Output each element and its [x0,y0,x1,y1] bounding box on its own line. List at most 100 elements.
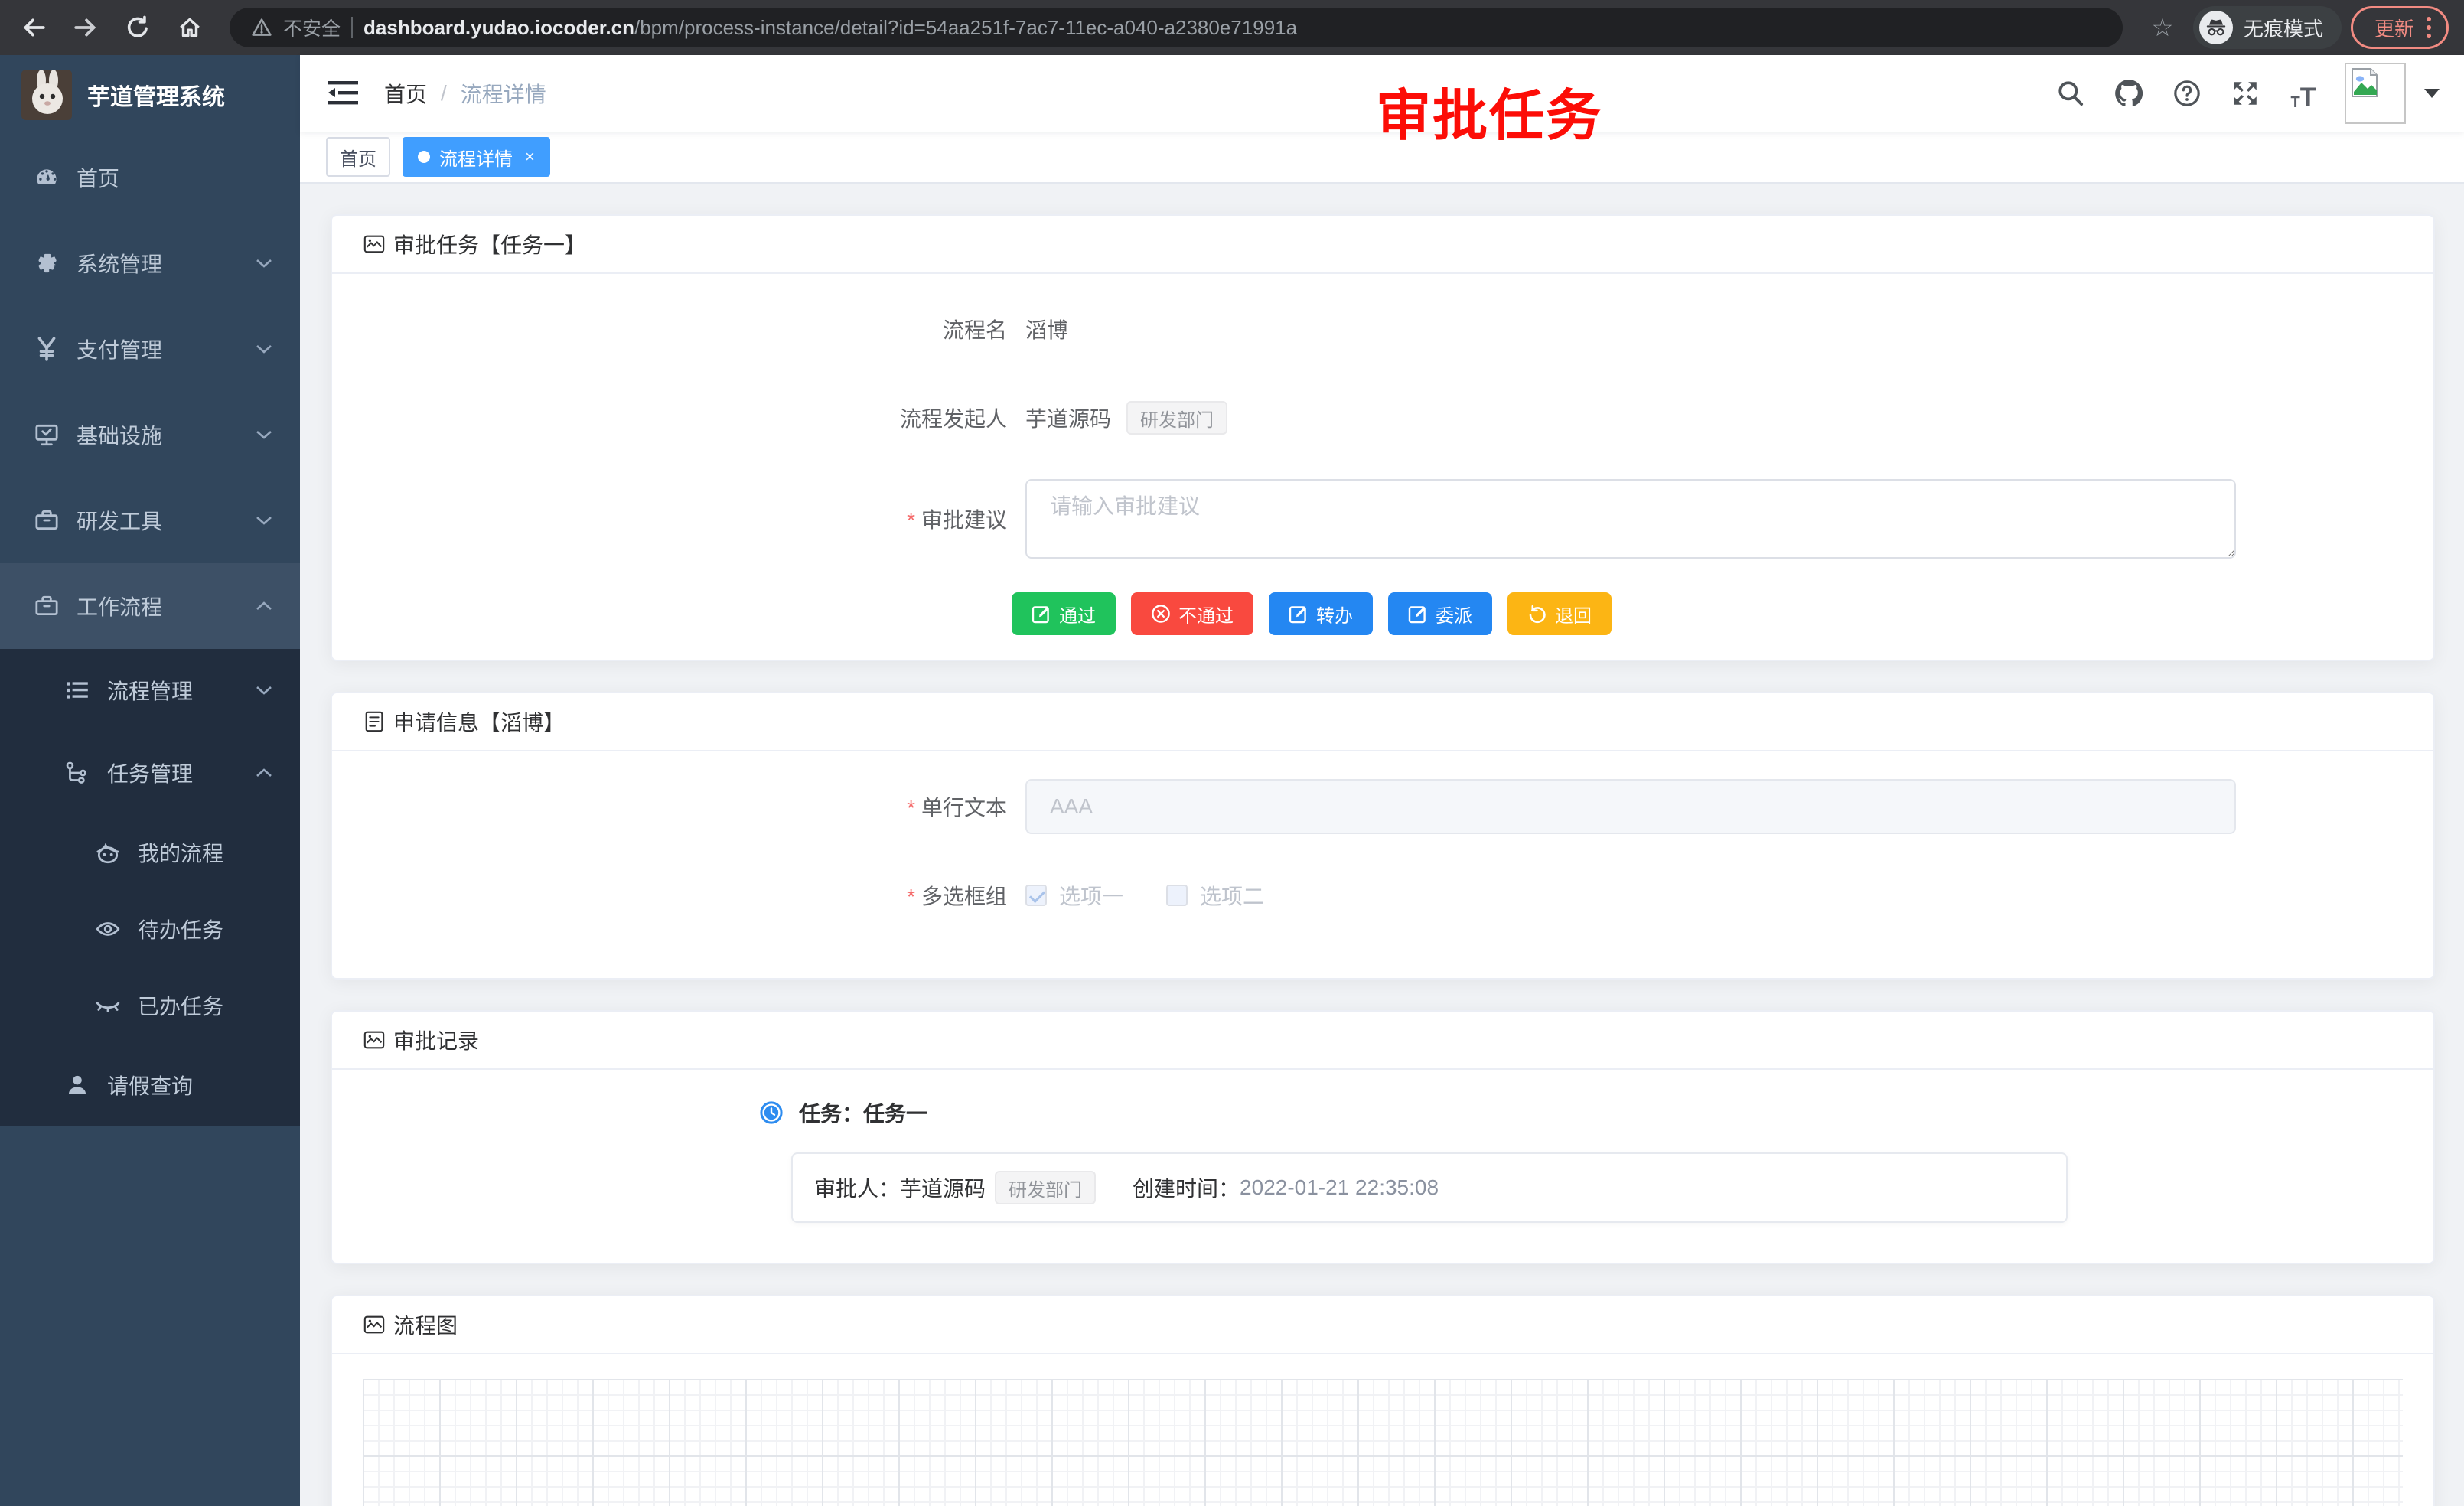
checkbox-option-1: 选项一 [1025,880,1123,911]
return-button[interactable]: 退回 [1507,592,1612,635]
breadcrumb-home[interactable]: 首页 [384,78,427,109]
update-button[interactable]: 更新 [2351,6,2449,49]
chevron-down-icon [256,344,272,354]
user-icon [64,1072,90,1098]
comment-label: *审批建议 [363,504,1025,534]
delegate-button[interactable]: 委派 [1388,592,1492,635]
department-tag: 研发部门 [1126,401,1227,435]
card-title: 审批任务【任务一】 [393,229,586,259]
sidebar-collapse-icon[interactable] [326,77,360,110]
sidebar-item-done-tasks[interactable]: 已办任务 [0,967,300,1044]
forward-icon[interactable] [64,6,107,49]
chevron-up-icon [256,768,272,778]
back-icon[interactable] [12,6,55,49]
picture-icon [363,1313,386,1336]
font-size-icon[interactable]: TT [2286,77,2320,110]
sidebar-item-my-process[interactable]: 我的流程 [0,814,300,891]
timeline-clock-icon [758,1099,785,1126]
sidebar-item-label: 工作流程 [77,591,162,621]
bpmn-canvas[interactable] [363,1379,2403,1506]
eye-icon [95,916,121,942]
browser-menu-icon[interactable] [2427,17,2431,38]
bookmark-star-icon[interactable]: ☆ [2141,6,2184,49]
approval-timeline: 任务：任务一 审批人： 芋道源码 研发部门 创建时间： 2022-01-21 2… [363,1097,2403,1223]
tree-icon [64,760,90,786]
process-name-value: 滔博 [1025,314,1068,344]
sidebar-item-workflow[interactable]: 工作流程 [0,563,300,649]
sidebar-item-label: 系统管理 [77,248,162,279]
chevron-down-icon [256,258,272,269]
transfer-button[interactable]: 转办 [1269,592,1373,635]
close-icon[interactable]: × [525,147,535,167]
required-star: * [907,508,915,532]
gear-icon [34,250,60,276]
github-icon[interactable] [2112,77,2146,110]
created-value: 2022-01-21 22:35:08 [1240,1175,1439,1200]
browser-toolbar: 不安全 dashboard.yudao.iocoder.cn/bpm/proce… [0,0,2464,55]
list-icon [64,677,90,703]
checkbox-icon [1166,885,1188,906]
yen-icon [34,336,60,362]
sidebar-item-process-management[interactable]: 流程管理 [0,649,300,732]
app-title: 芋道管理系统 [87,78,225,112]
search-icon[interactable] [2054,77,2088,110]
sidebar: 芋道管理系统 首页 系统管理 支付管理 基础设施 [0,55,300,1506]
sidebar-item-label: 已办任务 [138,990,223,1021]
initiator-value: 芋道源码 [1025,403,1111,433]
single-line-text-row: *单行文本 AAA [363,779,2403,834]
task-title: 任务：任务一 [799,1097,927,1128]
approve-button[interactable]: 通过 [1012,592,1116,635]
checkbox-icon [1025,885,1047,906]
sidebar-item-system[interactable]: 系统管理 [0,220,300,306]
avatar-caret-icon[interactable] [2424,89,2440,98]
incognito-badge: 无痕模式 [2193,6,2342,49]
sidebar-item-todo-tasks[interactable]: 待办任务 [0,891,300,967]
picture-icon [363,233,386,256]
breadcrumb-current: 流程详情 [461,78,546,109]
sidebar-item-task-management[interactable]: 任务管理 [0,732,300,814]
approval-actions: 通过 不通过 转办 委派 [1012,592,2403,635]
logo-image [21,70,72,120]
tab-process-detail[interactable]: 流程详情 × [403,137,550,177]
card-header: 申请信息【滔博】 [332,693,2433,751]
home-icon[interactable] [168,6,211,49]
approval-task-card: 审批任务【任务一】 流程名 滔博 流程发起人 芋道源码 研发部门 [331,214,2435,661]
url-divider [351,17,353,38]
application-info-card: 申请信息【滔博】 *单行文本 AAA *多选框组 选项一 [331,692,2435,980]
reload-icon[interactable] [116,6,159,49]
fullscreen-icon[interactable] [2228,77,2262,110]
checkbox-option-2: 选项二 [1166,880,1264,911]
tab-label: 流程详情 [439,144,513,171]
sidebar-item-home[interactable]: 首页 [0,135,300,220]
avatar[interactable] [2345,63,2406,124]
workflow-submenu: 流程管理 任务管理 我的流程 待办任务 [0,649,300,1126]
address-bar[interactable]: 不安全 dashboard.yudao.iocoder.cn/bpm/proce… [230,8,2123,47]
top-navbar: 首页 / 流程详情 审批任务 TT [300,55,2464,132]
process-name-label: 流程名 [363,314,1025,344]
sidebar-item-infrastructure[interactable]: 基础设施 [0,392,300,478]
sidebar-item-payment[interactable]: 支付管理 [0,306,300,392]
incognito-label: 无痕模式 [2244,14,2323,42]
card-header: 审批任务【任务一】 [332,216,2433,274]
face-icon [95,839,121,865]
help-icon[interactable] [2170,77,2204,110]
active-tab-dot [418,151,430,163]
sidebar-item-leave-query[interactable]: 请假查询 [0,1044,300,1126]
comment-textarea[interactable] [1025,479,2236,559]
toolbox-icon [34,507,60,533]
sidebar-item-label: 任务管理 [107,758,193,788]
reject-button[interactable]: 不通过 [1131,592,1253,635]
refresh-left-icon [1527,604,1547,624]
picture-icon [363,1028,386,1051]
monitor-icon [34,422,60,448]
sidebar-item-label: 待办任务 [138,914,223,944]
approver-label: 审批人： [814,1172,900,1203]
sidebar-logo[interactable]: 芋道管理系统 [0,55,300,135]
sidebar-item-dev-tools[interactable]: 研发工具 [0,478,300,563]
initiator-row: 流程发起人 芋道源码 研发部门 [363,390,2403,445]
tab-home[interactable]: 首页 [326,137,390,177]
chevron-down-icon [256,429,272,440]
eye-closed-icon [95,993,121,1019]
breadcrumb: 首页 / 流程详情 [384,78,546,109]
sidebar-item-label: 基础设施 [77,419,162,450]
